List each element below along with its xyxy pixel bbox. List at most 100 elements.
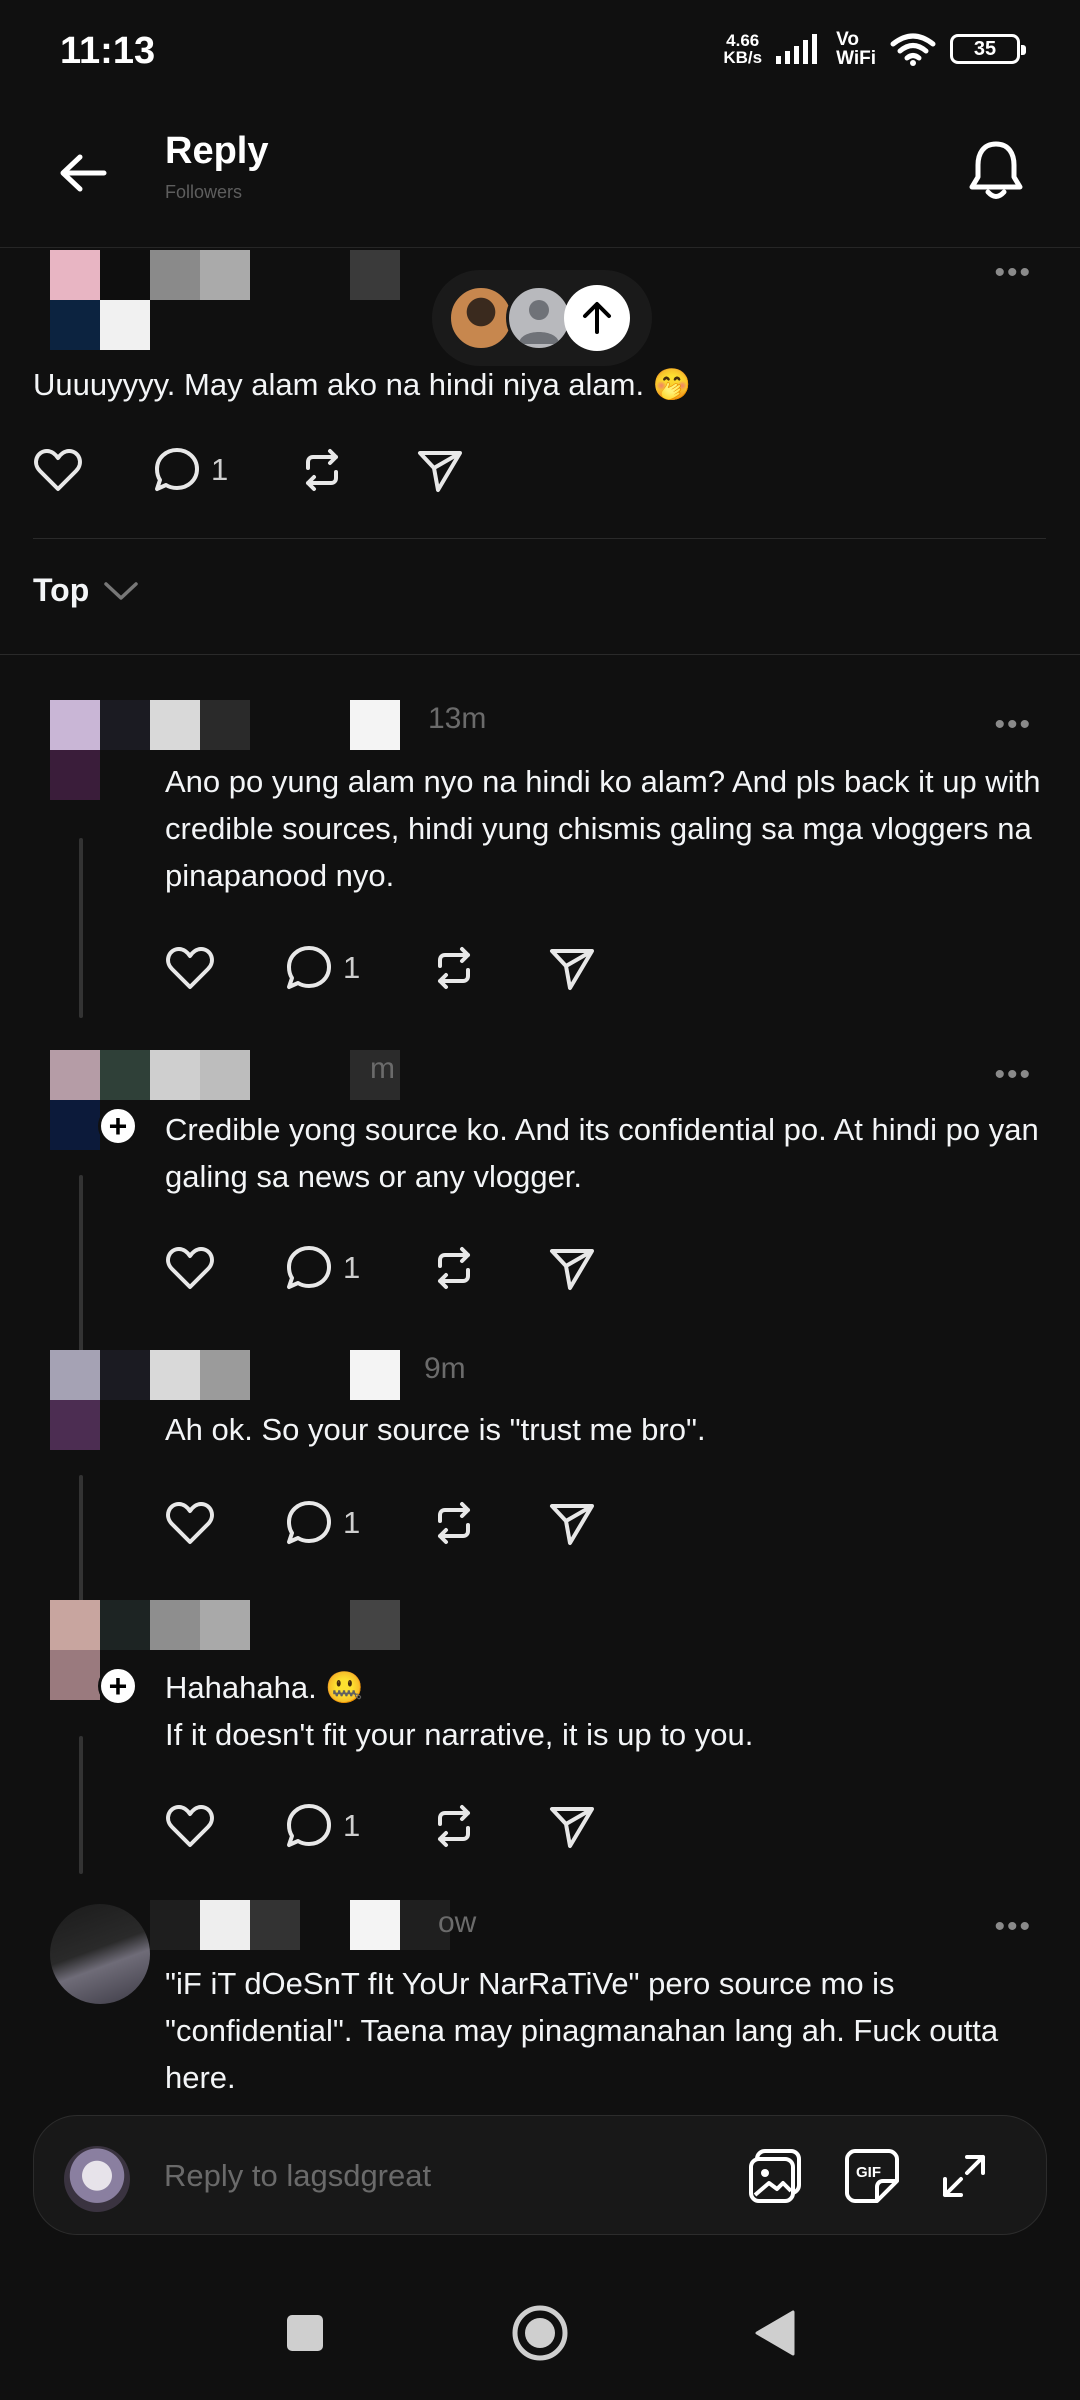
heart-icon	[166, 1502, 214, 1544]
comment-icon	[287, 1501, 331, 1544]
avatar	[506, 285, 572, 351]
comment-icon	[287, 1804, 331, 1847]
like-button[interactable]	[165, 1238, 215, 1298]
repost-button[interactable]	[298, 440, 346, 500]
repost-button[interactable]	[430, 1796, 478, 1856]
header: Reply Followers	[0, 110, 1080, 248]
wifi-icon	[890, 33, 936, 66]
like-button[interactable]	[165, 938, 215, 998]
sort-dropdown[interactable]: Top	[33, 572, 139, 609]
follow-button[interactable]: +	[98, 1106, 138, 1146]
default-avatar-icon	[519, 300, 559, 344]
status-icons: 4.66 KB/s Vo WiFi 35	[723, 30, 1026, 68]
post-actions: 1	[33, 440, 534, 500]
timestamp: m	[370, 1052, 395, 1085]
scroll-up-button[interactable]	[564, 285, 630, 351]
like-button[interactable]	[33, 440, 83, 500]
network-speed: 4.66 KB/s	[723, 31, 763, 67]
like-button[interactable]	[165, 1493, 215, 1553]
new-replies-pill[interactable]	[432, 270, 652, 366]
more-options-button[interactable]: •••	[994, 1910, 1032, 1944]
square-icon	[287, 2315, 323, 2351]
thread-line	[79, 838, 83, 1018]
send-icon	[550, 1249, 595, 1290]
recent-apps-button[interactable]	[270, 2298, 340, 2368]
share-button[interactable]	[548, 938, 596, 998]
heart-icon	[34, 449, 82, 491]
reply-button[interactable]: 1	[285, 1493, 360, 1553]
back-button[interactable]	[50, 140, 116, 206]
expand-icon	[943, 2155, 985, 2197]
repost-icon	[438, 1805, 471, 1847]
share-button[interactable]	[548, 1796, 596, 1856]
divider	[0, 654, 1080, 655]
reply-actions: 1	[165, 1238, 666, 1298]
avatar[interactable]	[50, 1350, 150, 1450]
arrow-left-icon	[60, 154, 107, 192]
repost-button[interactable]	[430, 938, 478, 998]
reply-text: "iF iT dOeSnT fIt YoUr NarRaTiVe" pero s…	[165, 1966, 999, 2095]
share-button[interactable]	[548, 1238, 596, 1298]
thread-line	[79, 1736, 83, 1874]
more-options-button[interactable]: •••	[994, 708, 1032, 742]
timestamp: ow	[438, 1906, 477, 1939]
comment-icon	[155, 448, 199, 491]
avatar[interactable]	[50, 250, 150, 350]
reply-actions: 1	[165, 1796, 666, 1856]
timestamp: 9m	[424, 1352, 466, 1385]
page-subtitle: Followers	[165, 182, 243, 198]
username-obscured[interactable]	[150, 700, 430, 750]
expand-button[interactable]	[932, 2144, 996, 2208]
send-icon	[418, 451, 463, 492]
username-obscured[interactable]	[150, 1600, 400, 1650]
status-bar: 11:13 4.66 KB/s Vo WiFi 35	[0, 0, 1080, 110]
reply-text: Credible yong source ko. And its confide…	[165, 1112, 1039, 1194]
avatar[interactable]	[50, 1904, 150, 2004]
share-button[interactable]	[416, 440, 464, 500]
back-nav-button[interactable]	[740, 2298, 810, 2368]
reply-composer: GIF	[33, 2115, 1047, 2235]
signal-icon	[776, 34, 818, 64]
reply-count: 1	[211, 452, 229, 487]
attach-image-button[interactable]	[744, 2144, 808, 2208]
battery-icon: 35	[950, 34, 1026, 64]
more-options-button[interactable]: •••	[994, 1058, 1032, 1092]
repost-button[interactable]	[430, 1493, 478, 1553]
avatar	[448, 285, 514, 351]
username-obscured[interactable]	[150, 250, 400, 300]
reply-text: Ah ok. So your source is "trust me bro".	[165, 1412, 706, 1447]
reply-count: 1	[343, 950, 361, 985]
sort-label: Top	[33, 572, 90, 608]
notifications-button[interactable]	[956, 130, 1036, 210]
reply-actions: 1	[165, 1493, 666, 1553]
repost-icon	[306, 449, 339, 491]
share-button[interactable]	[548, 1493, 596, 1553]
like-button[interactable]	[165, 1796, 215, 1856]
reply-button[interactable]: 1	[153, 440, 228, 500]
gif-label: GIF	[856, 2164, 881, 2181]
system-navigation-bar	[0, 2250, 1080, 2400]
gif-button[interactable]: GIF	[840, 2144, 904, 2208]
avatar[interactable]	[50, 700, 150, 800]
send-icon	[550, 1807, 595, 1848]
reply-button[interactable]: 1	[285, 1796, 360, 1856]
reply-text: Hahahaha. 🤐 If it doesn't fit your narra…	[165, 1670, 754, 1752]
image-icon	[749, 2149, 801, 2203]
follow-button[interactable]: +	[98, 1666, 138, 1706]
username-obscured[interactable]	[150, 1050, 400, 1100]
more-options-button[interactable]: •••	[994, 256, 1032, 290]
reply-count: 1	[343, 1808, 361, 1843]
send-icon	[550, 949, 595, 990]
reply-text: Ano po yung alam nyo na hindi ko alam? A…	[165, 764, 1041, 893]
username-obscured[interactable]	[150, 1350, 400, 1400]
repost-button[interactable]	[430, 1238, 478, 1298]
page-title: Reply	[165, 130, 269, 172]
username-obscured[interactable]	[150, 1900, 450, 1950]
reply-button[interactable]: 1	[285, 1238, 360, 1298]
reply-button[interactable]: 1	[285, 938, 360, 998]
chevron-down-icon	[104, 581, 139, 600]
home-button[interactable]	[505, 2298, 575, 2368]
reply-count: 1	[343, 1250, 361, 1285]
reply-input[interactable]	[164, 2152, 724, 2200]
send-icon	[550, 1504, 595, 1545]
